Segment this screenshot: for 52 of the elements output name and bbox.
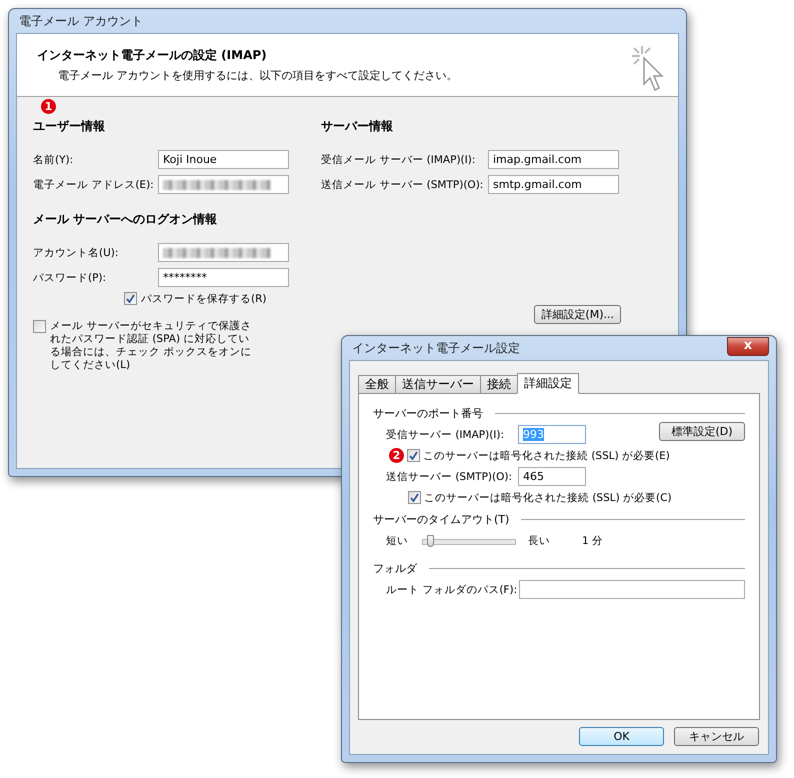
section-title: サーバー情報 (321, 118, 394, 135)
input-field[interactable]: ******** (158, 268, 289, 287)
checkbox[interactable] (33, 320, 46, 333)
input-field[interactable]: smtp.gmail.com (488, 175, 619, 194)
group-title: フォルダ (373, 560, 417, 576)
number-marker: 2 (389, 448, 404, 463)
dialog-subheading: 電子メール アカウントを使用するには、以下の項目をすべて設定してください。 (58, 68, 458, 83)
close-button[interactable]: x (727, 336, 769, 356)
dialog-heading: インターネット電子メールの設定 (IMAP) (37, 47, 268, 64)
port-field[interactable]: 465 (518, 467, 586, 486)
section-title: メール サーバーへのログオン情報 (33, 211, 218, 228)
input-field[interactable]: imap.gmail.com (488, 150, 619, 169)
more-settings-button[interactable]: 詳細設定(M)... (534, 305, 621, 324)
checkbox-label: メール サーバーがセキュリティで保護されたパスワード認証 (SPA) に対応している場合には、チェック ボックスをオンにしてください(L) (50, 320, 252, 372)
field-label: パスワード(P): (33, 270, 108, 284)
group-title: サーバーのタイムアウト(T) (373, 512, 510, 526)
checkbox[interactable] (124, 292, 137, 305)
checkbox-label: このサーバーは暗号化された接続 (SSL) が必要(E) (423, 448, 670, 462)
field-label: 送信メール サーバー (SMTP)(O): (321, 178, 484, 192)
tab[interactable]: 接続 (480, 375, 518, 394)
field-label: 送信サーバー (SMTP)(O): (386, 470, 513, 484)
group-title: サーバーのポート番号 (373, 406, 483, 420)
window-title: インターネット電子メール設定 (352, 340, 520, 356)
slider-label: 長い (528, 534, 551, 548)
checkbox-label: このサーバーは暗号化された接続 (SSL) が必要(C) (424, 490, 672, 504)
tab[interactable]: 詳細設定 (517, 373, 579, 394)
input-field[interactable]: Koji Inoue (158, 150, 289, 169)
field-label: アカウント名(U): (33, 246, 120, 260)
field-label: 電子メール アドレス(E): (33, 178, 155, 192)
field-label: 名前(Y): (33, 152, 74, 166)
cancel-button[interactable]: キャンセル (674, 727, 759, 746)
root-folder-field[interactable] (518, 580, 745, 599)
field-label: ルート フォルダのパス(F): (386, 582, 518, 596)
tab[interactable]: 送信サーバー (395, 375, 481, 394)
checkbox[interactable] (407, 449, 420, 462)
tab[interactable]: 全般 (358, 375, 396, 394)
timeout-reading: 1 分 (582, 534, 604, 548)
input-field[interactable] (158, 175, 289, 194)
input-field[interactable] (158, 243, 289, 262)
checkbox[interactable] (408, 491, 421, 504)
default-settings-button[interactable]: 標準設定(D) (659, 422, 745, 441)
cursor-sparkle-icon (630, 44, 664, 94)
slider-thumb[interactable] (427, 534, 434, 546)
checkbox-label: パスワードを保存する(R) (141, 292, 266, 306)
number-marker: 1 (41, 99, 56, 114)
section-title: ユーザー情報 (33, 118, 106, 135)
window-title: 電子メール アカウント (19, 12, 143, 30)
ok-button[interactable]: OK (579, 727, 664, 746)
timeout-slider[interactable] (422, 534, 516, 548)
field-label: 受信メール サーバー (IMAP)(I): (321, 152, 476, 166)
field-label: 受信サーバー (IMAP)(I): (386, 428, 506, 442)
slider-label: 短い (386, 534, 408, 548)
